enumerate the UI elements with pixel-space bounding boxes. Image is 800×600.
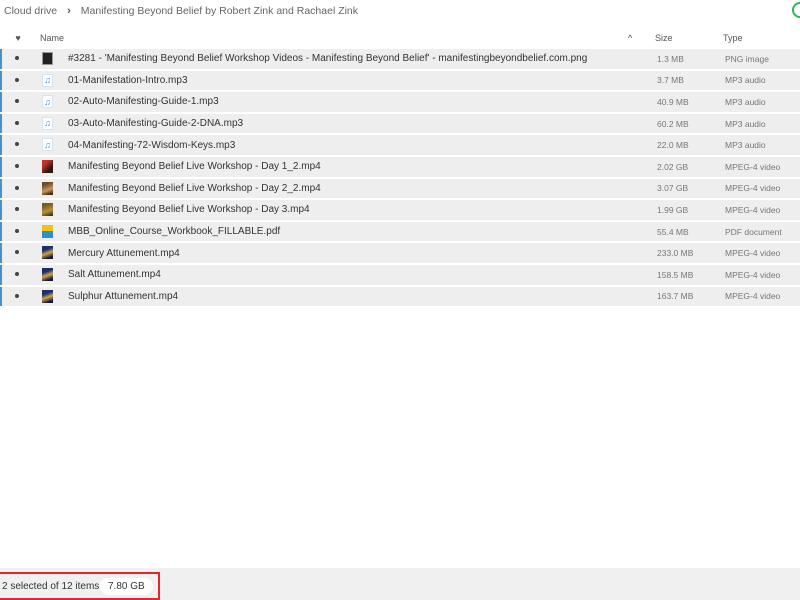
file-type: MPEG-4 video	[725, 161, 781, 172]
file-row[interactable]: Manifesting Beyond Belief Live Workshop …	[0, 156, 800, 177]
bullet-icon	[15, 271, 19, 276]
file-row[interactable]: Sulphur Attunement.mp4 163.7 MB MPEG-4 v…	[0, 286, 800, 307]
file-name: 04-Manifesting-72-Wisdom-Keys.mp3	[68, 139, 236, 151]
file-row[interactable]: ♫ 01-Manifestation-Intro.mp3 3.7 MB MP3 …	[0, 70, 800, 91]
bullet-icon	[15, 250, 19, 255]
file-name: Mercury Attunement.mp4	[68, 247, 180, 259]
bullet-icon	[15, 99, 19, 104]
file-size: 1.3 MB	[657, 53, 684, 64]
file-size: 163.7 MB	[657, 291, 694, 302]
selection-total-size: 7.80 GB	[100, 578, 153, 595]
file-size: 40.9 MB	[657, 96, 689, 107]
file-row[interactable]: Manifesting Beyond Belief Live Workshop …	[0, 200, 800, 220]
file-list: #3281 - 'Manifesting Beyond Belief Works…	[0, 49, 800, 308]
file-name: 02-Auto-Manifesting-Guide-1.mp3	[68, 96, 219, 108]
video-thumbnail	[42, 159, 53, 173]
breadcrumb: Cloud drive › Manifesting Beyond Belief …	[0, 0, 800, 22]
bullet-icon	[15, 185, 19, 190]
file-type: MPEG-4 video	[725, 291, 781, 302]
file-size: 3.07 GB	[657, 183, 689, 194]
file-name: Manifesting Beyond Belief Live Workshop …	[68, 204, 310, 216]
file-type: MP3 audio	[725, 96, 766, 107]
column-header-name[interactable]: Name	[40, 33, 64, 43]
breadcrumb-cloud-drive[interactable]: Cloud drive	[4, 5, 57, 17]
file-type: MP3 audio	[725, 75, 766, 86]
video-thumbnail	[42, 267, 53, 281]
file-type: MPEG-4 video	[725, 204, 781, 215]
file-name: Sulphur Attunement.mp4	[68, 290, 179, 302]
file-row[interactable]: #3281 - 'Manifesting Beyond Belief Works…	[0, 49, 800, 69]
selection-summary: 2 selected of 12 items 7.80 GB	[0, 572, 160, 600]
file-list-header: ♥ Name ^ Size Type	[0, 29, 800, 47]
audio-file-icon: ♫	[42, 138, 53, 152]
file-row[interactable]: Manifesting Beyond Belief Live Workshop …	[0, 178, 800, 199]
file-type: MP3 audio	[725, 118, 766, 129]
video-thumbnail	[42, 246, 53, 260]
file-size: 3.7 MB	[657, 75, 684, 86]
file-type: MPEG-4 video	[725, 269, 781, 280]
file-size: 233.0 MB	[657, 248, 694, 259]
bullet-icon	[15, 120, 19, 125]
file-size: 2.02 GB	[657, 161, 689, 172]
bullet-icon	[15, 293, 19, 298]
file-name: Salt Attunement.mp4	[68, 269, 161, 281]
file-size: 158.5 MB	[657, 269, 694, 280]
bullet-icon	[15, 207, 19, 212]
file-row[interactable]: MBB_Online_Course_Workbook_FILLABLE.pdf …	[0, 221, 800, 242]
bullet-icon	[15, 163, 19, 168]
file-row[interactable]: ♫ 04-Manifesting-72-Wisdom-Keys.mp3 22.0…	[0, 135, 800, 155]
file-size: 1.99 GB	[657, 204, 689, 215]
video-thumbnail	[42, 181, 53, 195]
audio-file-icon: ♫	[42, 73, 53, 87]
file-row[interactable]: Salt Attunement.mp4 158.5 MB MPEG-4 vide…	[0, 264, 800, 285]
bullet-icon	[15, 142, 19, 147]
breadcrumb-current-folder[interactable]: Manifesting Beyond Belief by Robert Zink…	[81, 5, 358, 17]
file-row[interactable]: ♫ 02-Auto-Manifesting-Guide-1.mp3 40.9 M…	[0, 92, 800, 112]
caret-up-icon[interactable]: ^	[628, 33, 632, 43]
file-name: #3281 - 'Manifesting Beyond Belief Works…	[68, 53, 588, 65]
file-size: 60.2 MB	[657, 118, 689, 129]
bullet-icon	[15, 56, 19, 60]
file-row[interactable]: ♫ 03-Auto-Manifesting-Guide-2-DNA.mp3 60…	[0, 113, 800, 134]
heart-icon[interactable]: ♥	[11, 33, 25, 43]
column-header-size[interactable]: Size	[655, 33, 673, 43]
file-type: MPEG-4 video	[725, 248, 781, 259]
file-name: Manifesting Beyond Belief Live Workshop …	[68, 182, 321, 194]
selection-count: 2 selected of 12 items	[2, 580, 100, 592]
video-thumbnail	[42, 289, 53, 303]
bullet-icon	[15, 228, 19, 233]
pdf-thumbnail	[42, 224, 53, 238]
file-type: PDF document	[725, 226, 782, 237]
file-type: MPEG-4 video	[725, 183, 781, 194]
chevron-right-icon: ›	[67, 5, 71, 17]
sync-status-icon[interactable]	[792, 2, 800, 18]
file-name: Manifesting Beyond Belief Live Workshop …	[68, 161, 321, 173]
file-name: 01-Manifestation-Intro.mp3	[68, 74, 188, 86]
image-thumbnail	[42, 52, 53, 65]
file-name: MBB_Online_Course_Workbook_FILLABLE.pdf	[68, 226, 281, 238]
audio-file-icon: ♫	[42, 95, 53, 109]
audio-file-icon: ♫	[42, 116, 53, 130]
file-type: MP3 audio	[725, 140, 766, 151]
column-header-type[interactable]: Type	[723, 33, 743, 43]
file-name: 03-Auto-Manifesting-Guide-2-DNA.mp3	[68, 118, 244, 130]
file-size: 55.4 MB	[657, 226, 689, 237]
video-thumbnail	[42, 203, 53, 217]
bullet-icon	[15, 77, 19, 82]
file-size: 22.0 MB	[657, 140, 689, 151]
file-row[interactable]: Mercury Attunement.mp4 233.0 MB MPEG-4 v…	[0, 243, 800, 263]
file-type: PNG image	[725, 53, 769, 64]
